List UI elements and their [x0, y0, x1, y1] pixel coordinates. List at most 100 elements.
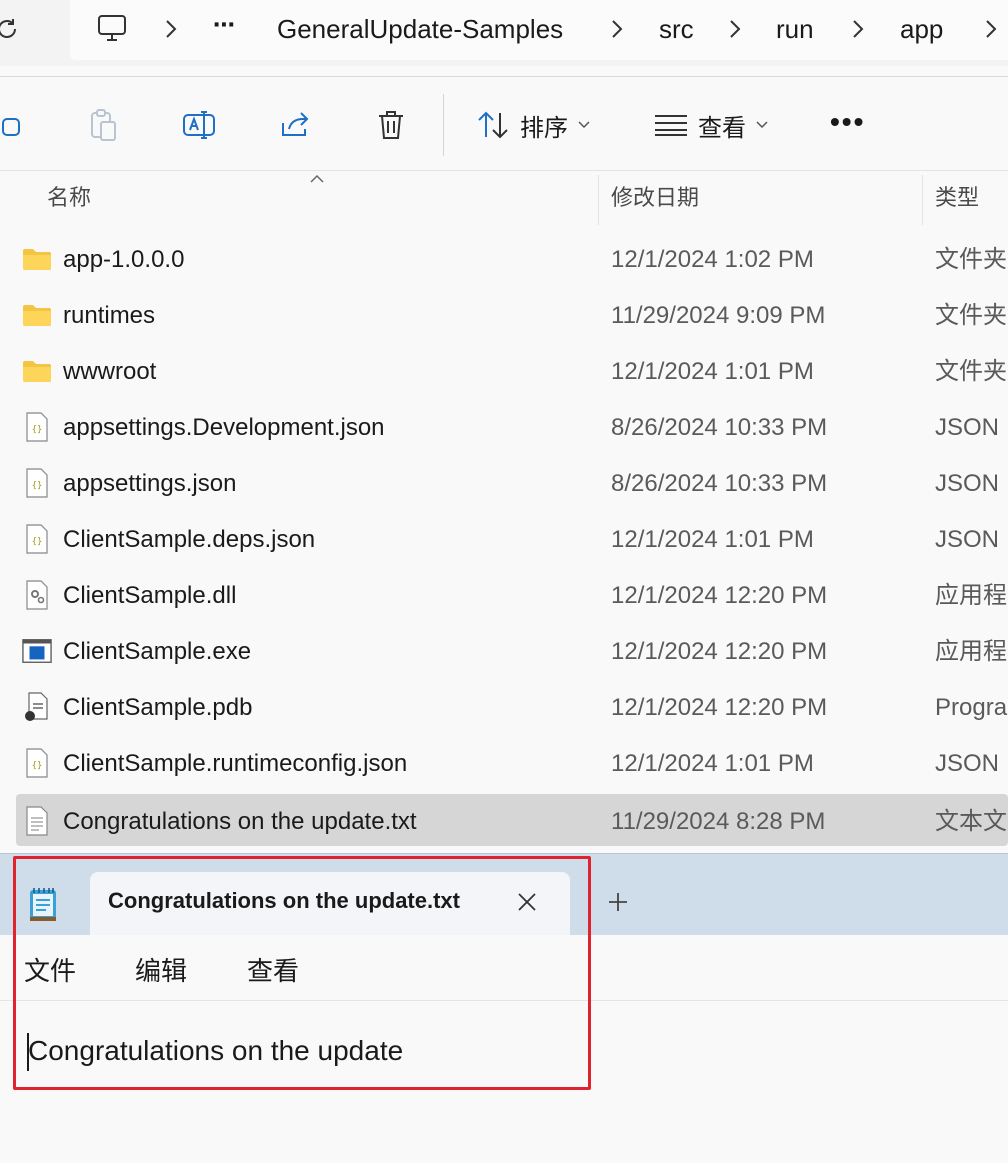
- close-icon[interactable]: [515, 890, 539, 914]
- column-separator[interactable]: [922, 175, 923, 225]
- command-bar: 排序 查看 •••: [0, 78, 1008, 170]
- breadcrumb-item-app[interactable]: app: [900, 0, 943, 58]
- folder-icon: [22, 300, 52, 330]
- view-button[interactable]: 查看: [654, 100, 768, 150]
- file-name: appsettings.json: [63, 470, 237, 497]
- notepad-window: Congratulations on the update.txt 文件 编辑 …: [0, 853, 1008, 1163]
- exe-file-icon: [22, 636, 52, 666]
- refresh-icon[interactable]: [0, 14, 22, 44]
- svg-text:{}: {}: [32, 425, 43, 435]
- file-date: 12/1/2024 1:02 PM: [611, 246, 814, 273]
- chevron-right-icon[interactable]: [851, 18, 865, 40]
- file-date: 12/1/2024 12:20 PM: [611, 638, 828, 665]
- rename-icon: [182, 108, 216, 142]
- chevron-down-icon: [756, 121, 768, 129]
- column-header: 名称 修改日期 类型: [0, 171, 1008, 225]
- file-type: Progra: [935, 694, 1008, 721]
- file-row[interactable]: ClientSample.dll 12/1/2024 12:20 PM 应用程: [16, 568, 1008, 620]
- file-date: 12/1/2024 1:01 PM: [611, 358, 814, 385]
- dll-file-icon: [22, 580, 52, 610]
- file-row[interactable]: {} appsettings.Development.json 8/26/202…: [16, 400, 1008, 452]
- file-row[interactable]: runtimes 11/29/2024 9:09 PM 文件夹: [16, 288, 1008, 340]
- json-file-icon: {}: [22, 412, 52, 442]
- sort-arrows-icon: [476, 108, 510, 142]
- file-row[interactable]: wwwroot 12/1/2024 1:01 PM 文件夹: [16, 344, 1008, 396]
- chevron-right-icon[interactable]: [164, 18, 178, 40]
- file-name: ClientSample.pdb: [63, 694, 253, 721]
- breadcrumb-item-src[interactable]: src: [659, 0, 694, 58]
- file-date: 11/29/2024 8:28 PM: [611, 808, 826, 835]
- menu-file[interactable]: 文件: [24, 951, 76, 988]
- chevron-right-icon[interactable]: [984, 18, 998, 40]
- breadcrumb-overflow[interactable]: ⋯: [213, 0, 237, 50]
- notepad-app-icon: [28, 886, 58, 922]
- clipboard-icon: [86, 108, 120, 142]
- sort-label: 排序: [520, 114, 568, 142]
- copy-icon: [0, 108, 24, 142]
- view-label: 查看: [698, 114, 746, 142]
- menu-view[interactable]: 查看: [247, 951, 299, 988]
- file-name: appsettings.Development.json: [63, 414, 385, 441]
- notepad-titlebar: Congratulations on the update.txt: [0, 853, 1008, 936]
- svg-text:{}: {}: [32, 761, 43, 771]
- file-name: app-1.0.0.0: [63, 246, 185, 273]
- file-type: 应用程: [935, 582, 1007, 609]
- file-row[interactable]: {} ClientSample.deps.json 12/1/2024 1:01…: [16, 512, 1008, 564]
- file-type: 文本文: [935, 808, 1007, 835]
- file-name: ClientSample.runtimeconfig.json: [63, 750, 408, 777]
- file-name: runtimes: [63, 302, 156, 329]
- file-row[interactable]: {} ClientSample.runtimeconfig.json 12/1/…: [16, 736, 1008, 788]
- column-date-modified[interactable]: 修改日期: [611, 171, 699, 225]
- file-date: 11/29/2024 9:09 PM: [611, 302, 826, 329]
- more-options-button[interactable]: •••: [830, 106, 865, 138]
- rename-button[interactable]: [182, 100, 216, 150]
- column-type[interactable]: 类型: [935, 171, 979, 225]
- notepad-tab[interactable]: Congratulations on the update.txt: [90, 872, 570, 936]
- file-row-selected[interactable]: Congratulations on the update.txt 11/29/…: [16, 794, 1008, 846]
- chevron-right-icon[interactable]: [728, 18, 742, 40]
- copy-button[interactable]: [0, 100, 24, 150]
- notepad-tab-title: Congratulations on the update.txt: [108, 888, 460, 913]
- file-row[interactable]: ClientSample.exe 12/1/2024 12:20 PM 应用程: [16, 624, 1008, 676]
- file-type: JSON: [935, 470, 1000, 497]
- text-file-icon: [22, 806, 52, 836]
- sort-button[interactable]: 排序: [476, 100, 590, 150]
- paste-button[interactable]: [86, 100, 120, 150]
- address-bar: ⋯ GeneralUpdate-Samples src run app: [0, 0, 1008, 66]
- chevron-right-icon[interactable]: [610, 18, 624, 40]
- delete-button[interactable]: [374, 100, 408, 150]
- file-name: ClientSample.exe: [63, 638, 252, 665]
- pdb-file-icon: [22, 692, 52, 722]
- file-date: 8/26/2024 10:33 PM: [611, 470, 828, 497]
- file-type: 文件夹: [935, 246, 1007, 273]
- json-file-icon: {}: [22, 524, 52, 554]
- this-pc-icon[interactable]: [96, 12, 128, 44]
- file-name: ClientSample.dll: [63, 582, 237, 609]
- folder-icon: [22, 356, 52, 386]
- new-tab-plus-icon[interactable]: [606, 890, 630, 914]
- json-file-icon: {}: [22, 748, 52, 778]
- toolbar-separator: [443, 94, 444, 156]
- divider: [0, 76, 1008, 77]
- file-name: ClientSample.deps.json: [63, 526, 316, 553]
- file-row[interactable]: app-1.0.0.0 12/1/2024 1:02 PM 文件夹: [16, 232, 1008, 284]
- file-date: 8/26/2024 10:33 PM: [611, 414, 828, 441]
- file-type: JSON: [935, 414, 1000, 441]
- menu-edit[interactable]: 编辑: [135, 951, 187, 988]
- share-button[interactable]: [278, 100, 312, 150]
- breadcrumb-item-generalupdate-samples[interactable]: GeneralUpdate-Samples: [277, 0, 563, 58]
- file-date: 12/1/2024 12:20 PM: [611, 694, 828, 721]
- notepad-editor[interactable]: Congratulations on the update: [0, 1001, 1008, 1163]
- file-type: 文件夹: [935, 358, 1007, 385]
- column-separator[interactable]: [598, 175, 599, 225]
- file-row[interactable]: {} appsettings.json 8/26/2024 10:33 PM J…: [16, 456, 1008, 508]
- file-date: 12/1/2024 1:01 PM: [611, 526, 814, 553]
- file-name: wwwroot: [63, 358, 157, 385]
- file-type: JSON: [935, 526, 1000, 553]
- file-row[interactable]: ClientSample.pdb 12/1/2024 12:20 PM Prog…: [16, 680, 1008, 732]
- svg-text:{}: {}: [32, 537, 43, 547]
- column-name[interactable]: 名称: [47, 171, 91, 225]
- file-date: 12/1/2024 1:01 PM: [611, 750, 814, 777]
- folder-icon: [22, 244, 52, 274]
- breadcrumb-item-run[interactable]: run: [776, 0, 814, 58]
